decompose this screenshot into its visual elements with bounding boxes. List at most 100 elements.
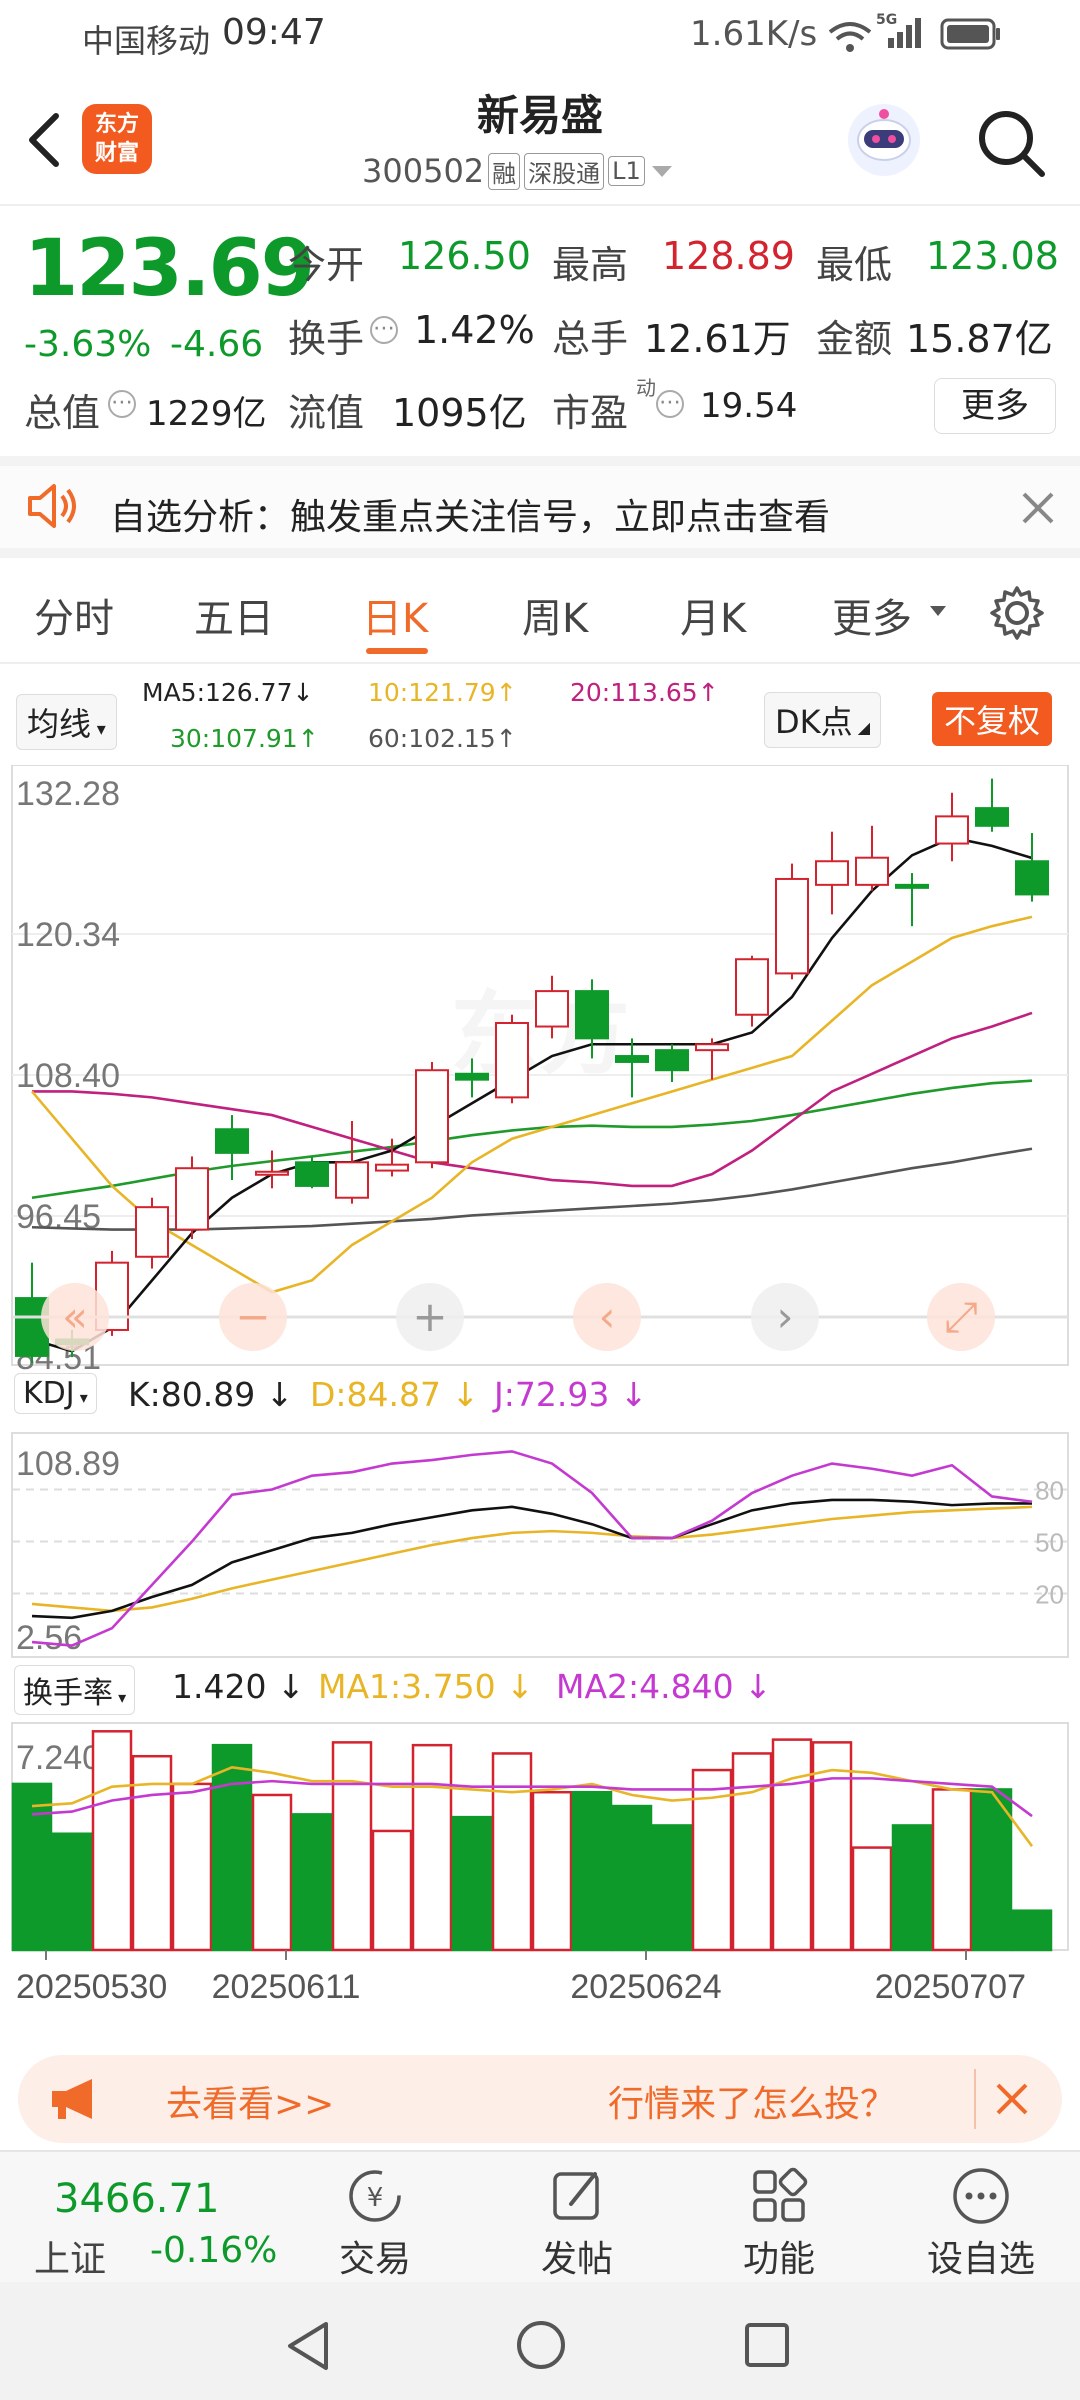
tab-five-day[interactable]: 五日	[194, 586, 274, 644]
candle-down	[575, 990, 609, 1040]
ma5-value: MA5:126.77↓	[142, 678, 314, 707]
pe-value: 19.54	[700, 386, 798, 426]
candle-down	[215, 1128, 249, 1154]
turnover-bar-down	[11, 1782, 53, 1952]
ma10-line	[31, 915, 1033, 1294]
price-axis-label: 132.28	[16, 775, 120, 813]
turnover-bar-down	[211, 1743, 253, 1952]
nav-functions[interactable]: 功能	[704, 2162, 854, 2282]
ma20-text: 20:113.65	[570, 678, 698, 707]
turnover-label: 换手	[288, 317, 365, 361]
period-tabs: 分时 五日 日K 周K 月K 更多	[0, 560, 1080, 664]
megaphone-icon	[52, 2079, 92, 2119]
turnover-bar-down	[451, 1815, 493, 1952]
robot-assistant-icon[interactable]	[844, 100, 924, 180]
tab-intraday[interactable]: 分时	[34, 586, 114, 644]
turnover-select-label: 换手率	[23, 1676, 113, 1711]
fullscreen-icon-glyph: ⤢	[944, 1292, 978, 1341]
volume-label: 总手	[552, 317, 629, 361]
candle-up	[815, 860, 849, 886]
close-icon[interactable]	[1020, 490, 1056, 526]
grid-icon	[753, 2167, 808, 2222]
float-value: 1095亿	[392, 391, 527, 435]
nav-post[interactable]: 发帖	[502, 2162, 652, 2282]
candle-up	[375, 1163, 409, 1172]
candle-down	[655, 1049, 689, 1072]
edit-icon	[553, 2172, 599, 2220]
turnover-value: 1.42%	[414, 308, 535, 352]
recent-apps-icon[interactable]	[742, 2320, 792, 2370]
index-name[interactable]: 上证	[34, 2230, 106, 2282]
wifi-icon	[828, 22, 872, 52]
tag-connect: 深股通	[524, 152, 605, 190]
indicator-select-kdj[interactable]: KDJ ▾	[14, 1373, 97, 1414]
tab-more[interactable]: 更多	[832, 586, 912, 644]
candle-down	[615, 1055, 649, 1063]
info-icon[interactable]: ⋯	[656, 390, 684, 418]
kdj-k-text: K:80.89	[128, 1375, 256, 1414]
turnover-rate-text: 1.420	[172, 1667, 267, 1706]
carrier-name: 中国移动	[82, 22, 211, 60]
turnover-bar-down	[971, 1788, 1013, 1952]
candle-up	[415, 1069, 449, 1164]
kdj-k-value: K:80.89 ↓	[128, 1375, 294, 1414]
candle-up	[495, 1021, 529, 1099]
back-triangle-icon[interactable]	[282, 2318, 334, 2374]
no-adjust-button[interactable]: 不复权	[932, 692, 1053, 746]
kline-chart-area[interactable]: 132.28 120.34 108.40 96.45 84.51 东方 «− + ‹ › ⤢ 80 50…	[0, 764, 1080, 2035]
kdj-j-text: J:72.93	[494, 1375, 610, 1414]
active-tab-indicator	[366, 648, 428, 654]
tab-weekly-k[interactable]: 周K	[522, 586, 588, 644]
nav-trade[interactable]: ¥ 交易	[300, 2162, 450, 2282]
date-axis-label: 20250624	[570, 1968, 721, 2006]
home-circle-icon[interactable]	[514, 2318, 568, 2372]
turnover-bar-up	[171, 1782, 213, 1952]
turnover-bar-up	[531, 1790, 573, 1952]
close-icon[interactable]	[994, 2081, 1030, 2117]
nav-post-label: 发帖	[540, 2239, 613, 2280]
info-icon[interactable]: ⋯	[108, 390, 136, 418]
notice-bar[interactable]: 自选分析：触发重点关注信号，立即点击查看	[0, 456, 1080, 558]
nav-trade-label: 交易	[338, 2239, 411, 2280]
clock: 09:47	[222, 12, 326, 53]
turnover-ma2-text: MA2:4.840	[556, 1667, 734, 1706]
info-icon[interactable]: ⋯	[370, 316, 398, 344]
candle-up	[335, 1161, 369, 1199]
promo-banner[interactable]: 去看看>> 行情来了怎么投？	[18, 2055, 1062, 2143]
battery-icon	[940, 18, 1000, 50]
more-dots-icon	[953, 2168, 1009, 2224]
low-label: 最低	[816, 243, 893, 287]
candle-down	[295, 1161, 329, 1187]
divider	[974, 2069, 976, 2129]
turnover-ma1-text: MA1:3.750	[318, 1667, 496, 1706]
indicator-select-ma[interactable]: 均线 ▾	[16, 694, 117, 750]
signal-icon	[888, 18, 921, 48]
index-change[interactable]: -0.16%	[150, 2230, 277, 2271]
turnover-bar-up	[411, 1743, 453, 1952]
mktcap-value: 1229亿	[146, 394, 267, 434]
nav-add-watchlist-label: 设自选	[926, 2239, 1035, 2280]
amount-value: 15.87亿	[906, 317, 1053, 361]
turnover-bar-up	[851, 1846, 893, 1952]
dropdown-icon[interactable]	[649, 161, 675, 181]
zoom-in-icon-glyph: +	[412, 1292, 447, 1341]
search-icon[interactable]	[976, 108, 1048, 180]
high-value: 128.89	[662, 234, 795, 278]
float-label: 流值	[288, 391, 365, 435]
turnover-rate-value: 1.420 ↓	[172, 1667, 305, 1706]
tab-daily-k[interactable]: 日K	[362, 586, 428, 644]
change-percent: -3.63%	[24, 324, 152, 365]
tab-monthly-k[interactable]: 月K	[680, 586, 746, 644]
kdj-level-label: 50	[1035, 1528, 1064, 1558]
kdj-panel-frame	[11, 1432, 1069, 1658]
gear-icon[interactable]	[988, 584, 1046, 642]
more-button[interactable]: 更多	[934, 378, 1056, 434]
notice-text: 自选分析：触发重点关注信号，立即点击查看	[110, 497, 831, 538]
indicator-select-turnover[interactable]: 换手率 ▾	[14, 1665, 136, 1715]
dk-point-button[interactable]: DK点 ◢	[764, 692, 882, 748]
nav-functions-label: 功能	[742, 2239, 815, 2280]
high-label: 最高	[552, 243, 629, 287]
index-value[interactable]: 3466.71	[54, 2176, 219, 2222]
nav-add-watchlist[interactable]: 设自选	[906, 2162, 1056, 2282]
stock-code: 300502	[362, 152, 485, 190]
